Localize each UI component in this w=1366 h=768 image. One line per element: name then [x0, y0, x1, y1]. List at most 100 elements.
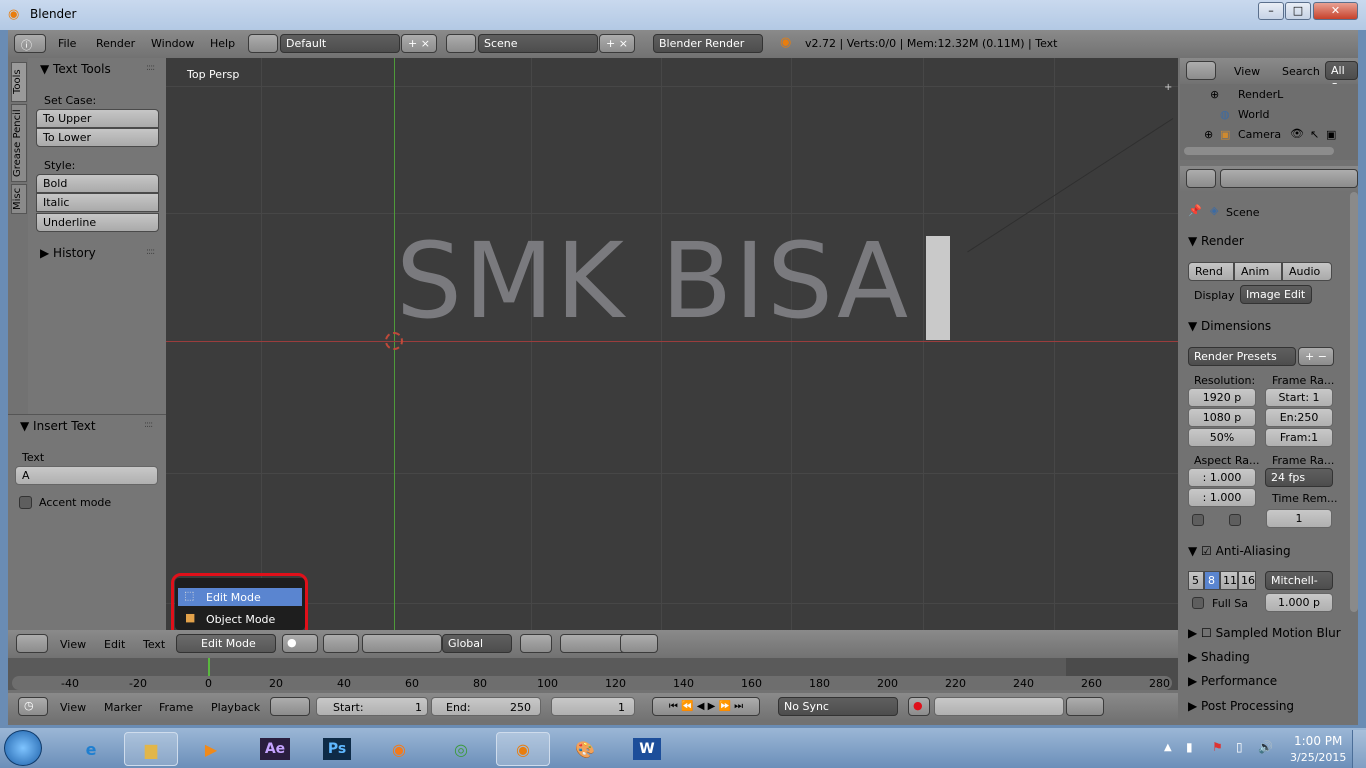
to-upper-button[interactable]: To Upper	[36, 109, 159, 128]
fps-select[interactable]: 24 fps	[1265, 468, 1333, 487]
network-icon[interactable]: ▮	[1186, 740, 1193, 754]
maximize-button[interactable]: □	[1285, 2, 1311, 20]
menu-playback[interactable]: Playback	[211, 701, 260, 714]
end-frame-field[interactable]: End: 250	[431, 697, 541, 716]
editor-type-button[interactable]	[1186, 61, 1216, 80]
volume-icon[interactable]: 🔊	[1258, 740, 1273, 754]
bold-button[interactable]: Bold	[36, 174, 159, 193]
battery-icon[interactable]: ▯	[1236, 740, 1243, 754]
mode-select[interactable]: Edit Mode	[176, 634, 276, 653]
menu-text[interactable]: Text	[143, 638, 165, 651]
editor-type-button[interactable]	[1186, 169, 1216, 188]
outliner-item[interactable]: World	[1238, 108, 1270, 121]
aa-sample-button[interactable]: 8	[1204, 571, 1220, 590]
scene-add-remove-button[interactable]: + ×	[599, 34, 635, 53]
underline-button[interactable]: Underline	[36, 213, 159, 232]
internet-explorer-icon[interactable]: e	[64, 732, 118, 766]
render-still-button[interactable]: Rend	[1188, 262, 1234, 281]
scene-name-field[interactable]: Scene	[478, 34, 598, 53]
clock-date[interactable]: 3/25/2015	[1290, 751, 1346, 764]
aa-filter-select[interactable]: Mitchell-	[1265, 571, 1333, 590]
chrome-icon[interactable]: ◎	[434, 732, 488, 766]
keying-set-field[interactable]	[934, 697, 1064, 716]
start-frame-field[interactable]: Start: 1	[316, 697, 428, 716]
tab-misc[interactable]: Misc	[11, 184, 27, 214]
file-explorer-icon[interactable]: ▆	[124, 732, 178, 766]
performance-panel-header[interactable]: ▶ Performance	[1188, 674, 1277, 688]
properties-context-tabs[interactable]	[1220, 169, 1358, 188]
aa-sample-button[interactable]: 16	[1238, 571, 1256, 590]
render-engine-select[interactable]: Blender Render	[653, 34, 763, 53]
sync-mode-select[interactable]: No Sync	[778, 697, 898, 716]
shading-panel-header[interactable]: ▶ Shading	[1188, 650, 1250, 664]
action-center-icon[interactable]: ⚑	[1212, 740, 1223, 754]
tab-grease-pencil[interactable]: Grease Pencil	[11, 104, 27, 182]
preview-range-buttons[interactable]	[270, 697, 310, 716]
pivot-point-select[interactable]	[323, 634, 359, 653]
aspect-x-field[interactable]: : 1.000	[1188, 468, 1256, 487]
frame-start-field[interactable]: Start: 1	[1265, 388, 1333, 407]
render-presets-select[interactable]: Render Presets	[1188, 347, 1296, 366]
menu-view[interactable]: View	[60, 638, 86, 651]
paint-icon[interactable]: 🎨	[558, 732, 612, 766]
outliner-expand-icon[interactable]: ⊕	[1204, 128, 1213, 141]
editor-type-button[interactable]: ⓘ	[14, 34, 46, 53]
display-select[interactable]: Image Edit	[1240, 285, 1312, 304]
show-desktop-button[interactable]	[1352, 730, 1366, 768]
post-processing-panel-header[interactable]: ▶ Post Processing	[1188, 699, 1294, 713]
word-icon[interactable]: W	[620, 732, 674, 766]
editor-type-button[interactable]	[16, 634, 48, 653]
3d-viewport[interactable]: Top Persp SMK BISA +	[166, 58, 1178, 630]
text-tools-header[interactable]: ▼ Text Tools	[40, 62, 111, 76]
expand-plus-icon[interactable]: +	[1164, 82, 1172, 93]
text-object[interactable]: SMK BISA	[396, 226, 910, 336]
firefox-icon[interactable]: ◉	[372, 732, 426, 766]
border-checkbox[interactable]	[1192, 514, 1204, 526]
render-preview-buttons[interactable]	[620, 634, 658, 653]
outliner-item[interactable]: Camera	[1238, 128, 1281, 141]
clock-time[interactable]: 1:00 PM	[1294, 734, 1342, 748]
scene-selector-icon[interactable]	[446, 34, 476, 53]
resolution-percent-field[interactable]: 50%	[1188, 428, 1256, 447]
resolution-x-field[interactable]: 1920 p	[1188, 388, 1256, 407]
layer-select[interactable]	[520, 634, 552, 653]
menu-file[interactable]: File	[58, 37, 76, 50]
history-header[interactable]: ▶ History	[40, 246, 96, 260]
menu-help[interactable]: Help	[210, 37, 235, 50]
time-remap-field[interactable]: 1	[1266, 509, 1332, 528]
outliner-expand-icon[interactable]: ⊕	[1210, 88, 1219, 101]
tab-tools[interactable]: Tools	[11, 62, 27, 102]
aa-sample-button[interactable]: 11	[1220, 571, 1238, 590]
render-camera-icon[interactable]: ▣	[1326, 128, 1336, 141]
display-mode-select[interactable]: All Sc	[1325, 61, 1358, 94]
accent-mode-checkbox[interactable]	[19, 496, 32, 509]
transform-orientation-select[interactable]: Global	[442, 634, 512, 653]
menu-render[interactable]: Render	[96, 37, 135, 50]
playback-controls[interactable]: ⏮ ⏪ ◀ ▶ ⏩ ⏭	[652, 697, 760, 716]
layout-name-field[interactable]: Default	[280, 34, 400, 53]
menu-view[interactable]: View	[60, 701, 86, 714]
manipulator-buttons[interactable]	[362, 634, 442, 653]
anti-aliasing-panel-header[interactable]: ▼ ☑ Anti-Aliasing	[1188, 544, 1291, 558]
timeline-area[interactable]: -40 -20 0 20 40 60 80 100 120 140 160 18…	[8, 658, 1178, 690]
menu-view[interactable]: View	[1234, 65, 1260, 78]
photoshop-icon[interactable]: Ps	[310, 732, 364, 766]
outliner-scrollbar[interactable]	[1184, 147, 1334, 155]
start-button[interactable]	[4, 730, 42, 766]
timeline-scrollbar[interactable]	[12, 676, 1172, 690]
insert-text-input[interactable]: A	[15, 466, 158, 485]
pin-icon[interactable]: 📌	[1188, 204, 1202, 217]
menu-marker[interactable]: Marker	[104, 701, 142, 714]
menu-frame[interactable]: Frame	[159, 701, 193, 714]
keyframe-insert-buttons[interactable]	[1066, 697, 1104, 716]
resolution-y-field[interactable]: 1080 p	[1188, 408, 1256, 427]
aa-sample-button[interactable]: 5	[1188, 571, 1204, 590]
record-button[interactable]: ●	[908, 697, 930, 716]
outliner-item[interactable]: RenderL	[1238, 88, 1283, 101]
media-player-icon[interactable]: ▶	[184, 732, 238, 766]
3d-cursor-icon[interactable]	[385, 332, 403, 350]
menu-window[interactable]: Window	[151, 37, 194, 50]
minimize-button[interactable]: –	[1258, 2, 1284, 20]
current-frame-field[interactable]: 1	[551, 697, 635, 716]
italic-button[interactable]: Italic	[36, 193, 159, 212]
